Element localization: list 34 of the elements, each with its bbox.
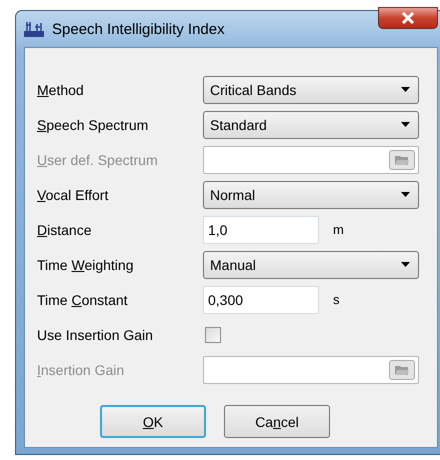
field-label: Insertion Gain xyxy=(37,362,126,378)
close-icon xyxy=(401,12,415,24)
file-field[interactable] xyxy=(203,356,419,384)
field-label: Use Insertion Gain xyxy=(37,326,154,342)
dialog-button[interactable]: Cancel xyxy=(224,405,330,438)
dropdown[interactable]: Standard xyxy=(203,110,419,138)
browse-button[interactable] xyxy=(389,150,415,170)
caret-icon xyxy=(401,262,410,267)
unit-label: m xyxy=(333,222,344,237)
dropdown[interactable]: Manual xyxy=(203,250,419,278)
field-label: User def. Spectrum xyxy=(37,152,159,168)
unit-label: s xyxy=(333,292,340,307)
folder-icon xyxy=(394,154,410,166)
field-label: Distance xyxy=(37,222,92,238)
dialog-button[interactable]: OK xyxy=(100,405,206,438)
file-field[interactable] xyxy=(203,146,419,174)
close-button[interactable] xyxy=(378,7,438,29)
number-field[interactable]: 1,0 xyxy=(203,216,319,244)
field-label: Method xyxy=(37,82,85,98)
field-label: Time Constant xyxy=(37,292,129,308)
dropdown[interactable]: Critical Bands xyxy=(203,76,419,104)
field-label: Time Weighting xyxy=(37,256,134,272)
field-label: Speech Spectrum xyxy=(37,116,150,132)
browse-button[interactable] xyxy=(389,360,415,380)
dropdown[interactable]: Normal xyxy=(203,180,419,208)
app-icon xyxy=(24,21,44,37)
number-field[interactable]: 0,300 xyxy=(203,286,319,314)
window-title: Speech Intelligibility Index xyxy=(52,20,225,38)
field-label: Vocal Effort xyxy=(37,186,110,202)
caret-icon xyxy=(401,192,410,197)
caret-icon xyxy=(401,122,410,127)
checkbox[interactable] xyxy=(205,326,221,342)
caret-icon xyxy=(401,87,410,92)
folder-icon xyxy=(394,364,410,376)
